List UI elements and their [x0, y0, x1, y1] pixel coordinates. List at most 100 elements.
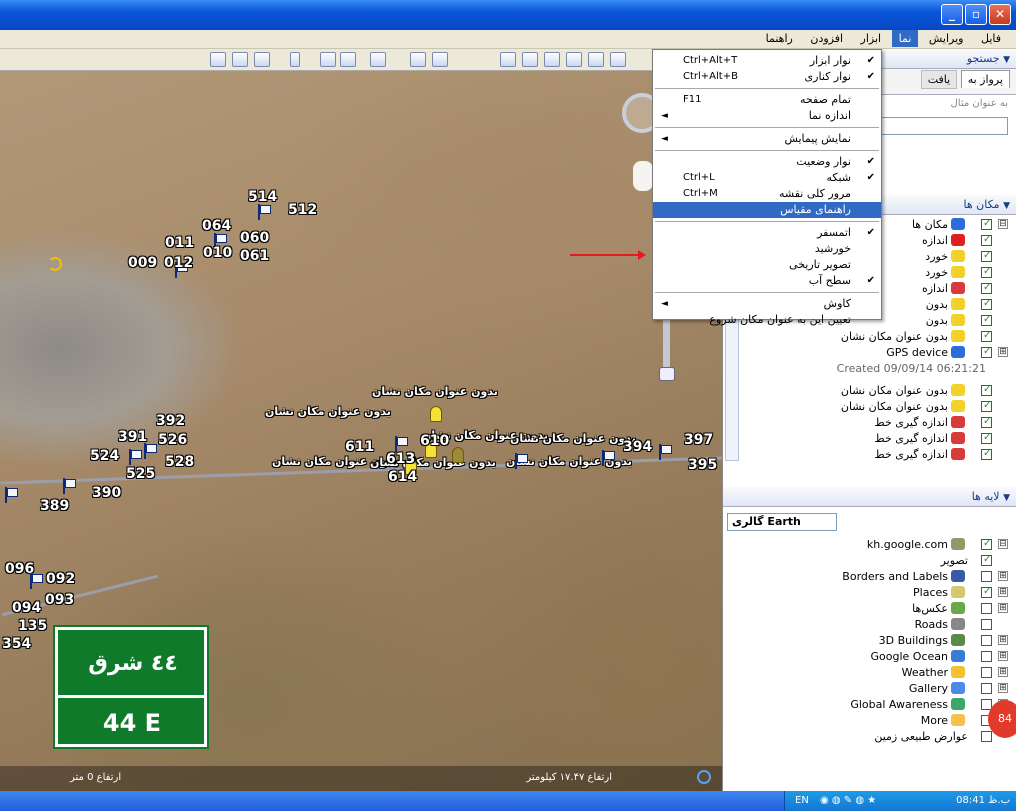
placemark-flag[interactable]: [5, 487, 18, 503]
placemark-flag[interactable]: [659, 444, 672, 460]
checkbox[interactable]: [981, 603, 992, 614]
menu-item-view-size[interactable]: اندازه نما ◄: [653, 108, 881, 124]
menu-item-status-bar[interactable]: ✔ نوار وضعیت: [653, 154, 881, 170]
checkbox[interactable]: [981, 552, 992, 568]
list-item[interactable]: ⊞Places: [723, 584, 1016, 601]
tab-find[interactable]: یافت: [920, 70, 958, 89]
list-item[interactable]: اندازه گیری خط: [723, 430, 1016, 447]
menu-item-overview-map[interactable]: مرور کلی نقشه Ctrl+M: [653, 186, 881, 202]
ruler-icon[interactable]: [340, 52, 356, 67]
globe-icon[interactable]: [432, 52, 448, 67]
checkbox[interactable]: [981, 344, 992, 360]
checkbox[interactable]: [981, 264, 992, 280]
menu-item-historical-imagery[interactable]: تصویر تاریخی: [653, 257, 881, 273]
checkbox[interactable]: [981, 296, 992, 312]
star-icon[interactable]: [610, 52, 626, 67]
checkbox[interactable]: [981, 248, 992, 264]
menu-view[interactable]: نما: [891, 30, 919, 47]
expand-icon[interactable]: ⊞: [998, 347, 1008, 357]
list-item[interactable]: بدون عنوان مکان نشان: [723, 382, 1016, 399]
email-icon[interactable]: [254, 52, 270, 67]
list-item[interactable]: ⊞ Gallery: [723, 681, 1016, 697]
menu-item-sidebar[interactable]: ✔ نوار کناری Ctrl+Alt+B: [653, 69, 881, 85]
list-item[interactable]: بدون عنوان مکان نشان: [723, 328, 1016, 345]
checkbox[interactable]: [981, 635, 992, 646]
layers-panel-header[interactable]: ▼ لایه ها: [723, 487, 1016, 507]
list-item[interactable]: ⊞ 3D Buildings: [723, 633, 1016, 649]
list-item[interactable]: ⊞Global Awareness: [723, 697, 1016, 713]
checkbox[interactable]: [981, 571, 992, 582]
checkbox[interactable]: [981, 382, 992, 398]
zoom-slider-handle[interactable]: [659, 367, 675, 381]
list-item[interactable]: عوارض طبیعی زمین: [723, 729, 1016, 745]
placemark-flag[interactable]: [144, 443, 157, 459]
add-overlay-icon[interactable]: [566, 52, 582, 67]
checkbox[interactable]: [981, 280, 992, 296]
list-item[interactable]: تصویر: [723, 552, 1016, 569]
list-item[interactable]: ⊞GPS device: [723, 344, 1016, 361]
placemark-flag[interactable]: [129, 449, 142, 465]
earth-gallery-button[interactable]: گالری Earth: [727, 513, 837, 531]
list-item[interactable]: ⊞More: [723, 713, 1016, 729]
expand-icon[interactable]: ⊞: [998, 683, 1008, 693]
checkbox[interactable]: [981, 328, 992, 344]
expand-icon[interactable]: ⊞: [998, 667, 1008, 677]
placemark-flag[interactable]: [258, 204, 271, 220]
add-placemark-icon[interactable]: [500, 52, 516, 67]
checkbox[interactable]: [981, 446, 992, 462]
expand-icon[interactable]: ⊞: [998, 651, 1008, 661]
list-item[interactable]: ⊞ عکس‌ها: [723, 601, 1016, 617]
menu-item-sun[interactable]: خورشید: [653, 241, 881, 257]
expand-icon[interactable]: ⊟: [998, 219, 1008, 229]
menu-item-water-surface[interactable]: ✔ سطح آب: [653, 273, 881, 289]
checkbox[interactable]: [981, 683, 992, 694]
maximize-button[interactable]: ▫: [965, 4, 987, 25]
add-path-icon[interactable]: [544, 52, 560, 67]
list-item[interactable]: ⊞ Borders and Labels: [723, 569, 1016, 585]
checkbox[interactable]: [981, 216, 992, 232]
menu-item-toolbar[interactable]: ✔ نوار ابزار Ctrl+Alt+T: [653, 53, 881, 69]
sun-icon[interactable]: [370, 52, 386, 67]
checkbox[interactable]: [981, 619, 992, 630]
list-item[interactable]: ⊟kh.google.com: [723, 536, 1016, 553]
menu-item-grid[interactable]: ✔ شبکه Ctrl+L: [653, 170, 881, 186]
placemark-flag[interactable]: [63, 478, 76, 494]
look-control[interactable]: [633, 161, 653, 191]
menu-help[interactable]: راهنما: [759, 30, 800, 47]
sidebar-toggle-icon[interactable]: [210, 52, 226, 67]
checkbox[interactable]: [981, 312, 992, 328]
divider-icon[interactable]: [290, 52, 300, 67]
historical-imagery-icon[interactable]: [410, 52, 426, 67]
list-item[interactable]: بدون عنوان مکان نشان: [723, 398, 1016, 415]
placemark-flag[interactable]: [395, 436, 408, 452]
expand-icon[interactable]: ⊞: [998, 587, 1008, 597]
record-tour-icon[interactable]: [588, 52, 604, 67]
placemark-flag[interactable]: [30, 573, 43, 589]
menu-file[interactable]: فایل: [974, 30, 1008, 47]
checkbox[interactable]: [981, 232, 992, 248]
checkbox[interactable]: [981, 731, 992, 742]
checkbox[interactable]: [981, 398, 992, 414]
list-item[interactable]: Roads: [723, 617, 1016, 633]
menu-tools[interactable]: ابزار: [854, 30, 889, 47]
menu-item-atmosphere[interactable]: ✔ اتمسفر: [653, 225, 881, 241]
list-item[interactable]: ⊞ Google Ocean: [723, 649, 1016, 665]
checkbox[interactable]: [981, 536, 992, 552]
menu-add[interactable]: افزودن: [803, 30, 850, 47]
expand-icon[interactable]: ⊞: [998, 635, 1008, 645]
list-item[interactable]: اندازه گیری خط: [723, 446, 1016, 463]
language-indicator[interactable]: EN: [795, 795, 809, 806]
menu-edit[interactable]: ویرایش: [922, 30, 971, 47]
checkbox[interactable]: [981, 584, 992, 600]
tab-fly-to[interactable]: پرواز به: [960, 70, 1010, 88]
minimize-button[interactable]: _: [941, 4, 963, 25]
menu-item-explore[interactable]: کاوش ◄: [653, 296, 881, 312]
add-polygon-icon[interactable]: [522, 52, 538, 67]
placemark-flag[interactable]: [602, 450, 615, 466]
placemark-flag[interactable]: [515, 453, 528, 469]
expand-icon[interactable]: ⊟: [998, 539, 1008, 549]
checkbox[interactable]: [981, 651, 992, 662]
menu-item-scale-legend[interactable]: راهنمای مقیاس: [653, 202, 881, 218]
checkbox[interactable]: [981, 414, 992, 430]
placemark-pin-icon[interactable]: [430, 406, 442, 422]
